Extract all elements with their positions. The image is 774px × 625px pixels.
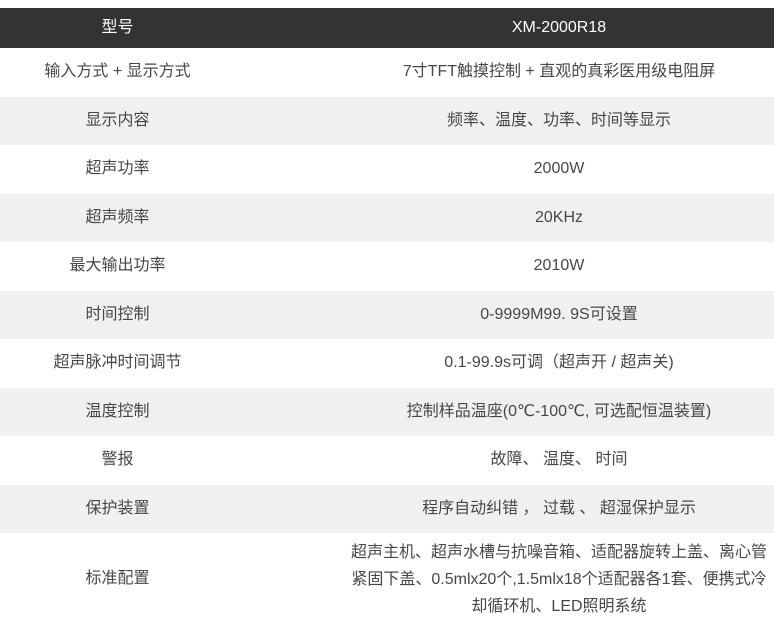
table-row: 时间控制 0-9999M99. 9S可设置: [0, 291, 774, 340]
table-row: 最大输出功率 2010W: [0, 242, 774, 291]
table-row: 保护装置 程序自动纠错 ， 过载 、 超湿保护显示: [0, 485, 774, 534]
spec-label: 最大输出功率: [0, 255, 235, 277]
table-row: 超声功率 2000W: [0, 145, 774, 194]
spec-value: 7寸TFT触摸控制 + 直观的真彩医用级电阻屏: [235, 61, 774, 83]
table-row: 显示内容 频率、温度、功率、时间等显示: [0, 97, 774, 146]
spec-value: 20KHz: [235, 207, 774, 229]
spec-value: 故障、 温度、 时间: [235, 449, 774, 471]
table-row: 警报 故障、 温度、 时间: [0, 436, 774, 485]
spec-label: 超声功率: [0, 158, 235, 180]
spec-label: 温度控制: [0, 401, 235, 423]
table-row: 超声脉冲时间调节 0.1-99.9s可调（超声开 / 超声关): [0, 339, 774, 388]
spec-label: 超声脉冲时间调节: [0, 352, 235, 374]
model-header-label: 型号: [0, 17, 235, 39]
spec-value: 控制样品温座(0℃-100℃, 可选配恒温装置): [235, 401, 774, 423]
table-row: 超声频率 20KHz: [0, 194, 774, 243]
spec-table-header-row: 型号 XM-2000R18: [0, 8, 774, 48]
spec-value: 频率、温度、功率、时间等显示: [235, 110, 774, 132]
spec-value: 2010W: [235, 255, 774, 277]
spec-value: 2000W: [235, 158, 774, 180]
table-row: 标准配置 超声主机、超声水槽与抗噪音箱、适配器旋转上盖、离心管紧固下盖、0.5m…: [0, 533, 774, 625]
spec-label: 时间控制: [0, 304, 235, 326]
spec-label: 保护装置: [0, 498, 235, 520]
spec-label: 标准配置: [0, 568, 235, 590]
table-row: 温度控制 控制样品温座(0℃-100℃, 可选配恒温装置): [0, 388, 774, 437]
spec-label: 输入方式 + 显示方式: [0, 61, 235, 83]
spec-value: 0.1-99.9s可调（超声开 / 超声关): [235, 352, 774, 374]
spec-value: 超声主机、超声水槽与抗噪音箱、适配器旋转上盖、离心管紧固下盖、0.5mlx20个…: [235, 539, 774, 620]
spec-value: 0-9999M99. 9S可设置: [235, 304, 774, 326]
spec-label: 警报: [0, 449, 235, 471]
table-row: 输入方式 + 显示方式 7寸TFT触摸控制 + 直观的真彩医用级电阻屏: [0, 48, 774, 97]
spec-label: 显示内容: [0, 110, 235, 132]
spec-label: 超声频率: [0, 207, 235, 229]
spec-table-body: 输入方式 + 显示方式 7寸TFT触摸控制 + 直观的真彩医用级电阻屏 显示内容…: [0, 48, 774, 625]
spec-table: 型号 XM-2000R18 输入方式 + 显示方式 7寸TFT触摸控制 + 直观…: [0, 0, 774, 625]
model-header-value: XM-2000R18: [235, 17, 774, 39]
spec-value: 程序自动纠错 ， 过载 、 超湿保护显示: [235, 498, 774, 520]
